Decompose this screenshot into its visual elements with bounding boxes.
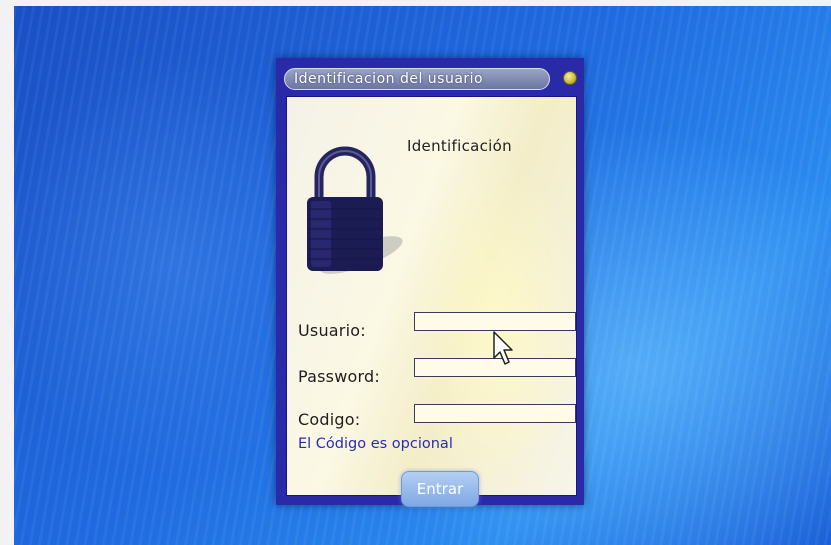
password-label: Password: (298, 367, 380, 386)
optional-code-hint: El Código es opcional (298, 436, 453, 452)
dialog-title: Identificacion del usuario (294, 71, 484, 87)
enter-button[interactable]: Entrar (401, 471, 479, 507)
username-label: Usuario: (298, 321, 366, 340)
code-input[interactable] (414, 404, 576, 423)
padlock-icon (307, 146, 403, 274)
panel-heading: Identificación (407, 137, 512, 155)
username-input[interactable] (414, 312, 576, 331)
login-dialog: Identificacion del usuario Identificació… (276, 58, 584, 507)
login-panel: Identificación Usuario: Password: Codigo… (286, 96, 577, 507)
code-label: Codigo: (298, 410, 361, 429)
dialog-titlebar[interactable]: Identificacion del usuario (284, 68, 550, 90)
mouse-pointer-icon (493, 331, 513, 365)
close-icon[interactable] (563, 71, 577, 85)
